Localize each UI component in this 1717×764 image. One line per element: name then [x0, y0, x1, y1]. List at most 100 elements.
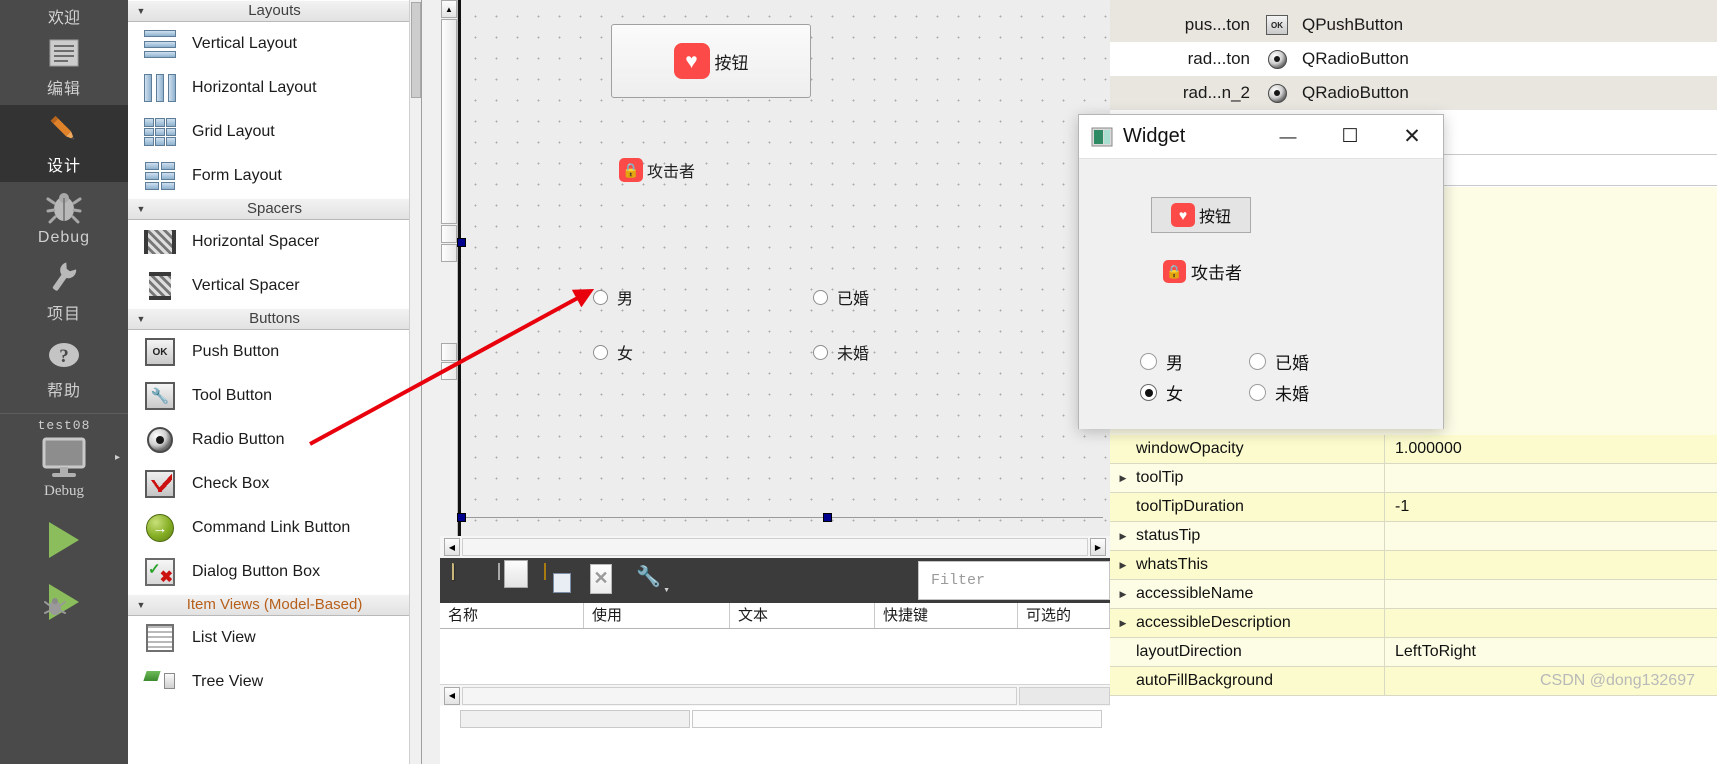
widget-item-horizontal-spacer[interactable]: Horizontal Spacer: [128, 220, 421, 264]
kit-expand-arrow[interactable]: ▸: [115, 452, 120, 463]
action-editor-scrollbar[interactable]: ◀: [440, 684, 1110, 706]
widget-item-check-box[interactable]: Check Box: [128, 462, 421, 506]
paste-icon[interactable]: [544, 562, 576, 598]
canvas-label[interactable]: 🔒 攻击者: [619, 158, 695, 182]
property-row-accessibleDescription[interactable]: ▶ accessibleDescription: [1110, 608, 1717, 638]
preview-radio-married[interactable]: 已婚: [1249, 349, 1309, 374]
widget-box-scrollbar[interactable]: [409, 0, 421, 764]
property-row-autoFillBackground[interactable]: autoFillBackground CSDN @dong132697: [1110, 666, 1717, 696]
widget-item-form-layout[interactable]: Form Layout: [128, 154, 421, 198]
filter-input[interactable]: Filter: [918, 561, 1110, 600]
property-value[interactable]: LeftToRight: [1385, 643, 1717, 661]
canvas-radio-female[interactable]: 女: [593, 340, 633, 364]
chevron-right-icon[interactable]: ▶: [1110, 531, 1136, 542]
minimize-icon[interactable]: —: [1257, 127, 1319, 147]
sidebar-item-debug[interactable]: Debug: [0, 182, 128, 253]
widget-item-dialog-button-box[interactable]: ✓ ✖ Dialog Button Box: [128, 550, 421, 594]
chevron-down-icon[interactable]: ▼: [128, 198, 154, 220]
kit-selector[interactable]: test08 ▸ Debug: [0, 418, 128, 500]
scrollbar-segment[interactable]: [441, 225, 457, 243]
scroll-up-icon[interactable]: ▲: [441, 0, 457, 18]
property-value[interactable]: 1.000000: [1385, 440, 1717, 458]
sidebar-item-design[interactable]: 设计: [0, 105, 128, 182]
property-row-layoutDirection[interactable]: layoutDirection LeftToRight: [1110, 637, 1717, 667]
widget-item-grid-layout[interactable]: Grid Layout: [128, 110, 421, 154]
scroll-left-icon[interactable]: ◀: [444, 538, 460, 556]
delete-icon[interactable]: ✕: [590, 563, 622, 598]
maximize-icon[interactable]: ☐: [1319, 125, 1381, 148]
form-resize-handle-bottom[interactable]: [823, 513, 832, 522]
scrollbar-track[interactable]: [462, 538, 1088, 556]
scroll-right-icon[interactable]: ▶: [1090, 538, 1106, 556]
column-header-name[interactable]: 名称: [440, 603, 584, 628]
column-header-text[interactable]: 文本: [730, 603, 875, 628]
widget-group-buttons[interactable]: ▼ Buttons: [128, 308, 421, 330]
scrollbar-track[interactable]: [462, 686, 1017, 705]
widget-group-item-views[interactable]: ▼ Item Views (Model-Based): [128, 594, 421, 616]
copy-icon[interactable]: [498, 562, 530, 598]
scroll-left-icon[interactable]: ◀: [444, 686, 460, 705]
configure-icon[interactable]: 🔧 ▼: [636, 564, 670, 598]
canvas-push-button[interactable]: ♥ 按钮: [611, 24, 811, 98]
preview-titlebar[interactable]: Widget — ☐ ✕: [1079, 115, 1443, 159]
widget-item-vertical-layout[interactable]: Vertical Layout: [128, 22, 421, 66]
widget-group-layouts[interactable]: ▼ Layouts: [128, 0, 421, 22]
widget-item-tree-view[interactable]: Tree View: [128, 660, 421, 704]
canvas-radio-male[interactable]: 男: [593, 285, 633, 309]
property-row-statusTip[interactable]: ▶ statusTip: [1110, 521, 1717, 551]
widget-item-horizontal-layout[interactable]: Horizontal Layout: [128, 66, 421, 110]
chevron-right-icon[interactable]: ▶: [1110, 589, 1136, 600]
scrollbar-segment[interactable]: [441, 244, 457, 262]
widget-item-push-button[interactable]: OK Push Button: [128, 330, 421, 374]
property-row-accessibleName[interactable]: ▶ accessibleName: [1110, 579, 1717, 609]
new-action-icon[interactable]: [452, 562, 484, 598]
sidebar-item-edit[interactable]: 编辑: [0, 28, 128, 105]
preview-radio-female[interactable]: 女: [1140, 380, 1183, 405]
object-inspector-row-pushbutton[interactable]: pus...ton OK QPushButton: [1110, 8, 1717, 42]
object-inspector-row-radiobutton-1[interactable]: rad...ton QRadioButton: [1110, 42, 1717, 76]
property-row-toolTip[interactable]: ▶ toolTip: [1110, 463, 1717, 493]
column-header-shortcut[interactable]: 快捷键: [875, 603, 1018, 628]
sidebar-item-welcome[interactable]: 欢迎: [48, 0, 80, 28]
canvas-vertical-scrollbar[interactable]: ▲: [440, 0, 458, 536]
preview-push-button[interactable]: ♥ 按钮: [1151, 197, 1251, 233]
widget-item-command-link-button[interactable]: → Command Link Button: [128, 506, 421, 550]
scrollbar-segment[interactable]: [441, 362, 457, 380]
sidebar-item-help[interactable]: ? 帮助: [0, 330, 128, 407]
form-resize-handle-left[interactable]: [457, 238, 466, 247]
scrollbar-segment[interactable]: [441, 343, 457, 361]
scrollbar-thumb[interactable]: [411, 2, 421, 98]
debug-run-button[interactable]: [44, 584, 79, 620]
scrollbar-thumb[interactable]: [441, 19, 457, 224]
property-value[interactable]: -1: [1385, 498, 1717, 516]
column-header-used[interactable]: 使用: [584, 603, 730, 628]
run-button[interactable]: [49, 522, 79, 558]
sidebar-item-projects[interactable]: 项目: [0, 253, 128, 330]
preview-radio-male[interactable]: 男: [1140, 349, 1183, 374]
property-row-toolTipDuration[interactable]: toolTipDuration -1: [1110, 492, 1717, 522]
bottom-tab-right[interactable]: [692, 710, 1102, 728]
object-inspector-row-radiobutton-2[interactable]: rad...n_2 QRadioButton: [1110, 76, 1717, 110]
widget-item-tool-button[interactable]: 🔧 Tool Button: [128, 374, 421, 418]
bottom-tab-left[interactable]: [460, 710, 690, 728]
action-table-body[interactable]: [440, 629, 1110, 684]
column-header-checkable[interactable]: 可选的: [1018, 603, 1110, 628]
property-row-whatsThis[interactable]: ▶ whatsThis: [1110, 550, 1717, 580]
widget-item-list-view[interactable]: List View: [128, 616, 421, 660]
preview-radio-unmarried[interactable]: 未婚: [1249, 380, 1309, 405]
chevron-down-icon[interactable]: ▼: [128, 594, 154, 616]
form-design-canvas[interactable]: ♥ 按钮 🔒 攻击者 男 已婚 女 未婚: [457, 0, 1110, 536]
widget-group-spacers[interactable]: ▼ Spacers: [128, 198, 421, 220]
chevron-right-icon[interactable]: ▶: [1110, 560, 1136, 571]
canvas-horizontal-scrollbar[interactable]: ◀ ▶: [440, 536, 1110, 558]
widget-item-vertical-spacer[interactable]: Vertical Spacer: [128, 264, 421, 308]
scrollbar-rest[interactable]: [1019, 686, 1110, 705]
chevron-right-icon[interactable]: ▶: [1110, 473, 1136, 484]
widget-item-radio-button[interactable]: Radio Button: [128, 418, 421, 462]
chevron-down-icon[interactable]: ▼: [128, 0, 154, 22]
preview-widget-window[interactable]: Widget — ☐ ✕ ♥ 按钮 🔒 攻击者 男 已婚 女 未婚: [1078, 114, 1444, 429]
canvas-radio-unmarried[interactable]: 未婚: [813, 340, 869, 364]
canvas-radio-married[interactable]: 已婚: [813, 285, 869, 309]
close-icon[interactable]: ✕: [1381, 124, 1443, 149]
chevron-down-icon[interactable]: ▼: [128, 308, 154, 330]
